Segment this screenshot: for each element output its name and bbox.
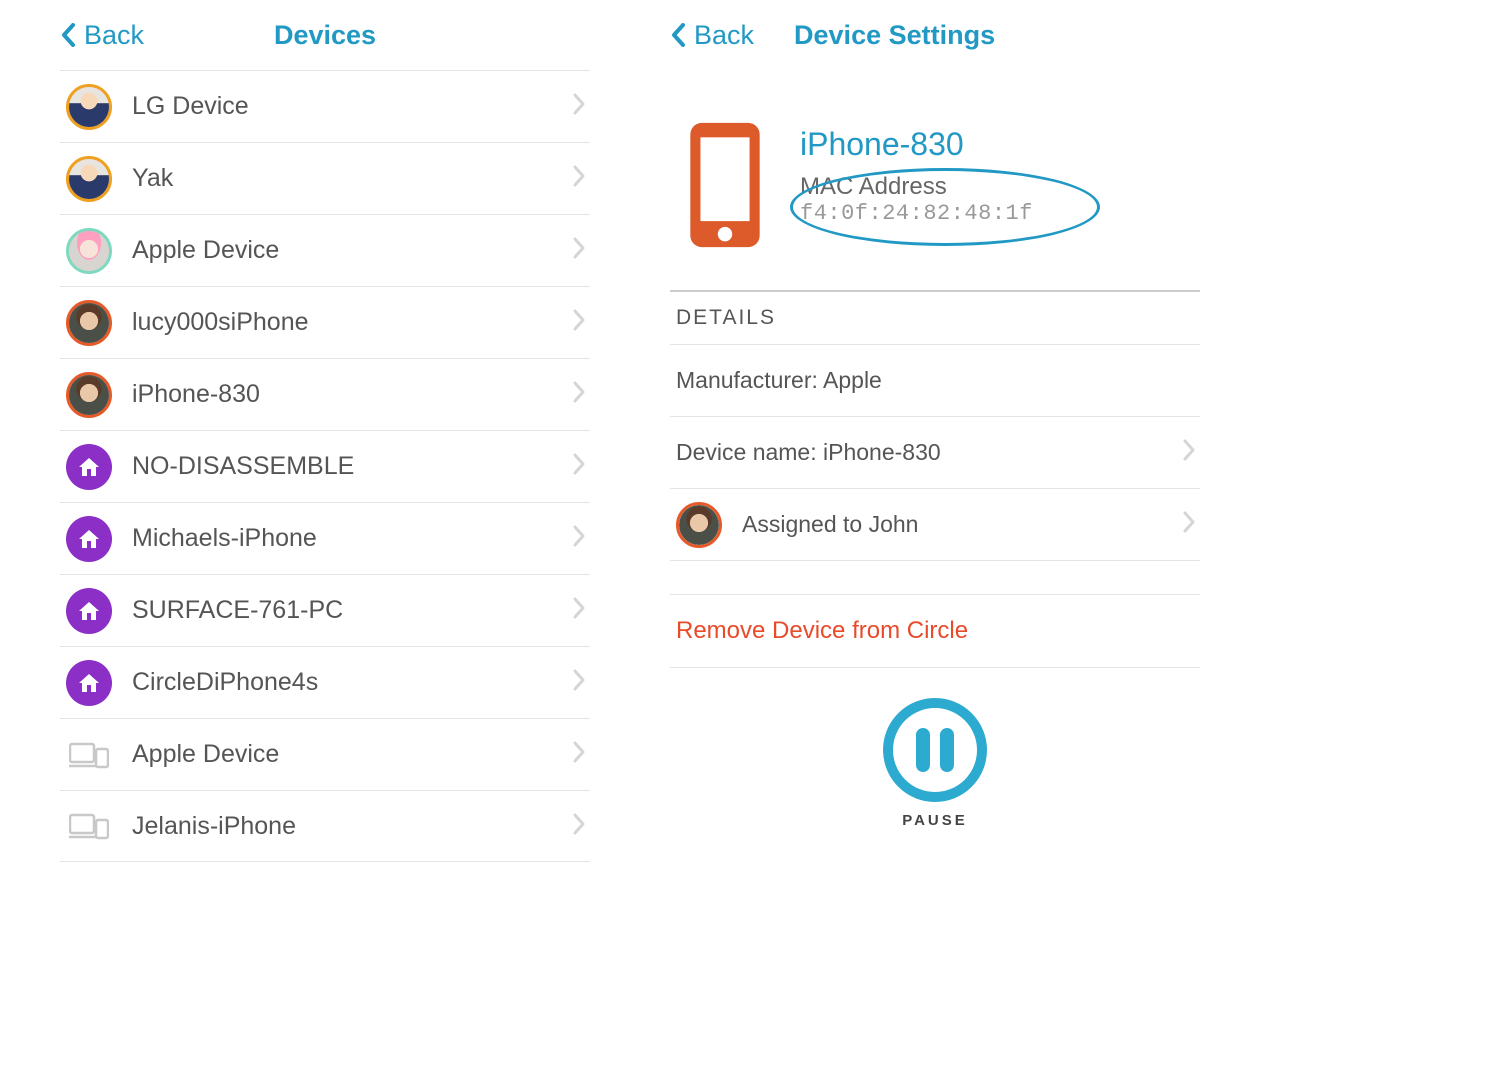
chevron-right-icon [572, 741, 586, 768]
page-title: Device Settings [794, 20, 995, 51]
chevron-right-icon [572, 237, 586, 264]
user-avatar [66, 228, 112, 274]
chevron-right-icon [572, 453, 586, 480]
device-row[interactable]: CircleDiPhone4s [60, 646, 590, 718]
devices-icon [66, 732, 112, 778]
device-row-label: Jelanis-iPhone [132, 812, 572, 841]
device-row[interactable]: NO-DISASSEMBLE [60, 430, 590, 502]
device-row-label: iPhone-830 [132, 380, 572, 409]
device-hero: iPhone-830 MAC Address f4:0f:24:82:48:1f [670, 70, 1200, 290]
device-name-heading: iPhone-830 [800, 126, 1033, 163]
device-row-label: NO-DISASSEMBLE [132, 452, 572, 481]
device-row[interactable]: Apple Device [60, 214, 590, 286]
device-row[interactable]: Michaels-iPhone [60, 502, 590, 574]
mac-address-value: f4:0f:24:82:48:1f [800, 201, 1033, 226]
chevron-right-icon [572, 381, 586, 408]
device-row-label: CircleDiPhone4s [132, 668, 572, 697]
chevron-left-icon [670, 23, 686, 47]
pause-button[interactable] [883, 698, 987, 802]
nav-header: Back Devices [60, 10, 590, 70]
assigned-text: Assigned to John [742, 511, 1182, 538]
pause-label: PAUSE [902, 812, 968, 829]
user-avatar [66, 84, 112, 130]
assigned-to-row[interactable]: Assigned to John [670, 489, 1200, 561]
device-hero-text: iPhone-830 MAC Address f4:0f:24:82:48:1f [800, 120, 1033, 226]
pause-icon [916, 728, 954, 772]
back-label: Back [84, 20, 144, 51]
device-row[interactable]: LG Device [60, 70, 590, 142]
chevron-right-icon [572, 669, 586, 696]
device-row-label: Apple Device [132, 236, 572, 265]
chevron-right-icon [572, 813, 586, 840]
phone-icon [680, 120, 770, 250]
device-row-label: lucy000siPhone [132, 308, 572, 337]
device-name-text: Device name: iPhone-830 [676, 439, 1182, 466]
back-button[interactable]: Back [670, 20, 754, 51]
device-row-label: SURFACE-761-PC [132, 596, 572, 625]
chevron-right-icon [572, 93, 586, 120]
chevron-right-icon [1182, 439, 1196, 467]
home-icon [66, 588, 112, 634]
device-name-row[interactable]: Device name: iPhone-830 [670, 417, 1200, 489]
home-icon [66, 516, 112, 562]
user-avatar [66, 300, 112, 346]
user-avatar [66, 372, 112, 418]
details-section-header: DETAILS [670, 290, 1200, 345]
remove-device-button[interactable]: Remove Device from Circle [670, 595, 1200, 668]
back-label: Back [694, 20, 754, 51]
section-spacer [670, 561, 1200, 595]
nav-header: Back Device Settings [670, 10, 1200, 70]
home-icon [66, 660, 112, 706]
mac-address-label: MAC Address [800, 173, 1033, 201]
device-row[interactable]: lucy000siPhone [60, 286, 590, 358]
device-settings-panel: Back Device Settings iPhone-830 MAC Addr… [670, 10, 1200, 1076]
device-row[interactable]: SURFACE-761-PC [60, 574, 590, 646]
chevron-right-icon [572, 165, 586, 192]
manufacturer-row: Manufacturer: Apple [670, 345, 1200, 417]
device-row-label: Apple Device [132, 740, 572, 769]
manufacturer-text: Manufacturer: Apple [676, 367, 1196, 394]
device-row-label: Michaels-iPhone [132, 524, 572, 553]
chevron-right-icon [572, 309, 586, 336]
device-row-label: Yak [132, 164, 572, 193]
chevron-left-icon [60, 23, 76, 47]
device-row-label: LG Device [132, 92, 572, 121]
chevron-right-icon [1182, 511, 1196, 539]
home-icon [66, 444, 112, 490]
device-row[interactable]: Yak [60, 142, 590, 214]
device-row[interactable]: Apple Device [60, 718, 590, 790]
devices-icon [66, 803, 112, 849]
chevron-right-icon [572, 525, 586, 552]
chevron-right-icon [572, 597, 586, 624]
user-avatar [676, 502, 722, 548]
user-avatar [66, 156, 112, 202]
device-row[interactable]: iPhone-830 [60, 358, 590, 430]
back-button[interactable]: Back [60, 20, 144, 51]
page-title: Devices [274, 20, 376, 51]
pause-area: PAUSE [670, 668, 1200, 829]
device-row[interactable]: Jelanis-iPhone [60, 790, 590, 862]
devices-panel: Back Devices LG Device Yak Apple Device luc… [60, 10, 590, 1076]
devices-list: LG Device Yak Apple Device lucy000siPhone iP… [60, 70, 590, 862]
